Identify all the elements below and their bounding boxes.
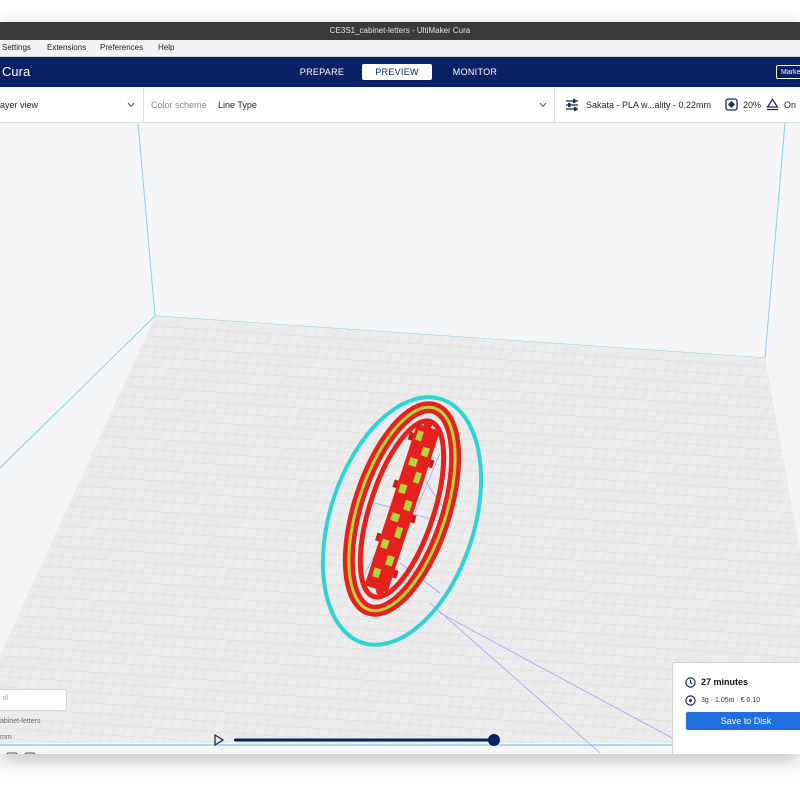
infill-value: 20% xyxy=(743,100,762,110)
chevron-down-icon xyxy=(127,102,135,108)
box-icon[interactable] xyxy=(6,752,18,754)
app-brand: Cura xyxy=(2,64,31,79)
infill-icon xyxy=(725,98,738,111)
seam-marker xyxy=(424,421,432,429)
layer-simulation-slider[interactable] xyxy=(212,732,512,748)
build-volume-edge xyxy=(137,123,156,317)
slider-track[interactable] xyxy=(234,738,496,742)
menu-bar: Settings Extensions Preferences Help xyxy=(0,40,800,57)
menu-preferences[interactable]: Preferences xyxy=(100,43,143,52)
window-title: CE3S1_cabinet-letters - UltiMaker Cura xyxy=(329,26,471,35)
menu-settings[interactable]: Settings xyxy=(2,43,31,52)
menu-extensions[interactable]: Extensions xyxy=(47,43,86,52)
spool-icon xyxy=(685,695,696,706)
material-usage: 3g · 1.05m · € 0.10 xyxy=(701,697,761,704)
print-summary-panel: 27 minutes 3g · 1.05m · € 0.10 xyxy=(672,662,800,754)
build-volume-edge xyxy=(764,123,786,359)
box-icon[interactable] xyxy=(24,752,36,754)
window-title-bar: CE3S1_cabinet-letters - UltiMaker Cura xyxy=(0,22,800,40)
profile-name: Sakata - PLA w...ality - 0.22mm xyxy=(586,100,712,110)
support-icon xyxy=(766,98,779,111)
support-value: On xyxy=(784,100,797,110)
color-scheme-dropdown[interactable]: Color scheme Line Type xyxy=(144,88,555,122)
view-mode-value: ayer view xyxy=(0,100,39,110)
print-settings-selector[interactable]: Sakata - PLA w...ality - 0.22mm 20% On xyxy=(555,88,800,122)
build-volume-scene xyxy=(0,123,800,754)
save-to-disk-button[interactable]: Save to Disk xyxy=(686,712,800,730)
3d-viewport[interactable]: ıll abinet-letters mm xyxy=(0,123,800,754)
tab-preview[interactable]: PREVIEW xyxy=(362,64,432,80)
object-search-field[interactable]: ıll xyxy=(0,689,67,711)
color-scheme-label: Color scheme xyxy=(151,100,207,110)
play-icon[interactable] xyxy=(214,733,225,747)
chevron-down-icon xyxy=(539,102,547,108)
seam-marker xyxy=(376,587,384,595)
slider-handle[interactable] xyxy=(488,734,500,746)
print-time: 27 minutes xyxy=(701,677,749,687)
view-mode-dropdown[interactable]: ayer view xyxy=(0,88,144,122)
tab-monitor[interactable]: MONITOR xyxy=(446,64,504,80)
object-search-value: ıll xyxy=(3,695,9,702)
marketplace-button[interactable]: Marke xyxy=(776,65,800,79)
tab-prepare[interactable]: PREPARE xyxy=(294,64,350,80)
stage-header: Cura PREPARE PREVIEW MONITOR Marke xyxy=(0,57,800,87)
menu-help[interactable]: Help xyxy=(158,43,174,52)
cura-window: CE3S1_cabinet-letters - UltiMaker Cura S… xyxy=(0,22,800,754)
color-scheme-value: Line Type xyxy=(218,100,257,110)
clock-icon xyxy=(685,677,696,688)
sliders-icon xyxy=(566,99,578,111)
object-name: abinet-letters xyxy=(0,718,41,725)
layer-view-buttons[interactable] xyxy=(6,752,36,754)
object-dimensions: mm xyxy=(0,734,12,741)
view-toolbar: ayer view Color scheme Line Type Sakata … xyxy=(0,88,800,123)
